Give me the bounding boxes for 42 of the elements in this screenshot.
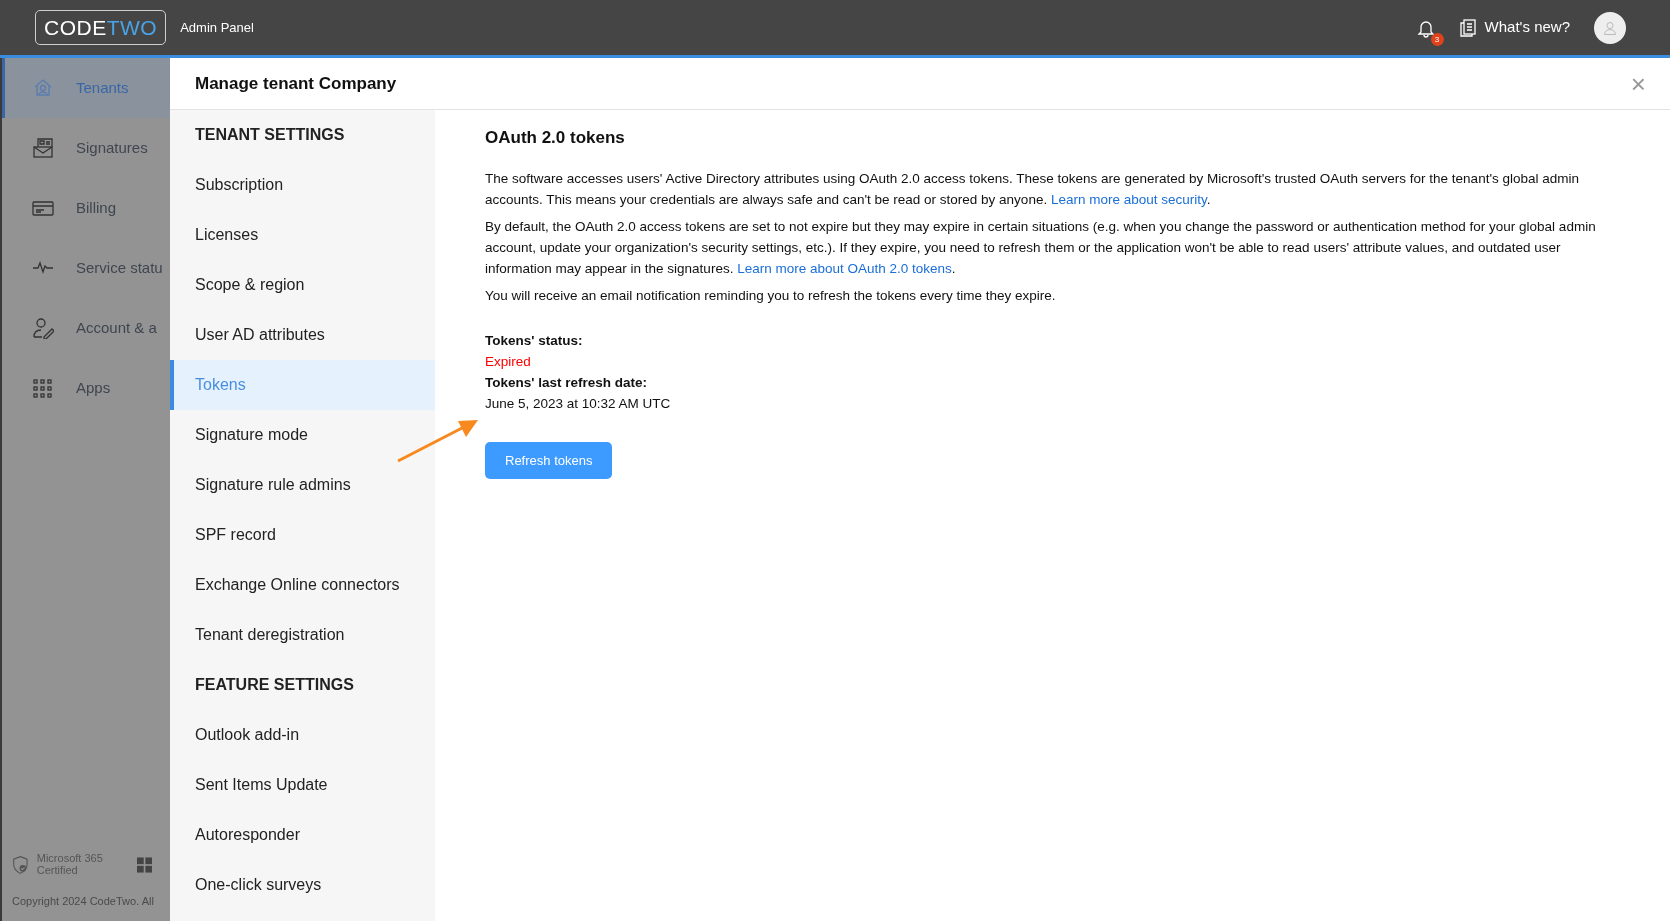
menu-item[interactable]: Autoresponder: [170, 810, 435, 860]
grid-icon: [32, 377, 54, 399]
menu-item[interactable]: Scope & region: [170, 260, 435, 310]
shield-check-icon: [12, 853, 29, 876]
menu-item[interactable]: Signature rule admins: [170, 460, 435, 510]
menu-item[interactable]: Signature mode: [170, 410, 435, 460]
learn-more-link[interactable]: Learn more about security: [1050, 192, 1207, 208]
windows-logo-icon: [136, 855, 152, 874]
paragraph: You will receive an email notification reminding you to refresh the tokens every time they expire.: [485, 287, 1057, 306]
section-title: OAuth 2.0 tokens: [485, 128, 626, 149]
menu-item[interactable]: Sent Items Update: [170, 760, 435, 810]
menu-item[interactable]: Subscription: [170, 160, 435, 210]
logo: CODETWO: [35, 9, 167, 46]
bell-icon[interactable]: [1416, 18, 1435, 39]
copyright-text: Copyright 2024 CodeTwo. All: [12, 893, 155, 909]
menu-item[interactable]: One-click surveys: [170, 860, 435, 910]
menu-item[interactable]: Tenant deregistration: [170, 610, 435, 660]
menu-item[interactable]: User AD attributes: [170, 310, 435, 360]
menu-item[interactable]: Licenses: [170, 210, 435, 260]
avatar[interactable]: [1594, 11, 1626, 44]
document-icon: [1458, 18, 1477, 37]
menu-item[interactable]: Outlook add-in: [170, 710, 435, 760]
menu-heading: TENANT SETTINGS: [194, 125, 346, 145]
field-value: June 5, 2023 at 10:32 AM UTC: [485, 395, 672, 414]
envelope-icon: [32, 137, 54, 159]
status-value: Expired: [485, 353, 532, 372]
learn-more-link[interactable]: Learn more about OAuth 2.0 tokens: [737, 261, 952, 277]
notification-count: 3: [1430, 32, 1444, 46]
field-label: Tokens' last refresh date:: [485, 374, 648, 393]
panel-title: Manage tenant Company: [194, 72, 398, 95]
certification-label: Microsoft 365 Certified: [36, 853, 104, 877]
user-edit-icon: [32, 317, 54, 339]
paragraph: By default, the OAuth 2.0 access tokens are set to not expire but they may expire in certain situations (e.g. when you change the password or authentication method for your global admin account, update your organization's security settings, etc.). If they expire, you need to refresh them or the application won't be able to read users' attribute values, and outdated user information may appear in the signatures. Learn more about OAuth 2.0 tokens.: [485, 218, 1597, 279]
field-label: Tokens' status:: [485, 332, 584, 351]
paragraph: The software accesses users' Active Directory attributes using OAuth 2.0 access tokens. These tokens are generated by Microsoft's trusted OAuth servers for the tenant's global admin accounts. This means your credentials are always safe and can't be read or stored by anyone. Learn more about security.: [485, 170, 1580, 210]
menu-heading: FEATURE SETTINGS: [194, 675, 355, 695]
menu-item[interactable]: Exchange Online connectors: [170, 560, 435, 610]
menu-item[interactable]: SPF record: [170, 510, 435, 560]
whats-new-link[interactable]: What's new?: [1458, 16, 1570, 39]
app-title: Admin Panel: [180, 18, 254, 37]
user-icon: [1603, 20, 1617, 35]
house-icon: [32, 77, 54, 99]
